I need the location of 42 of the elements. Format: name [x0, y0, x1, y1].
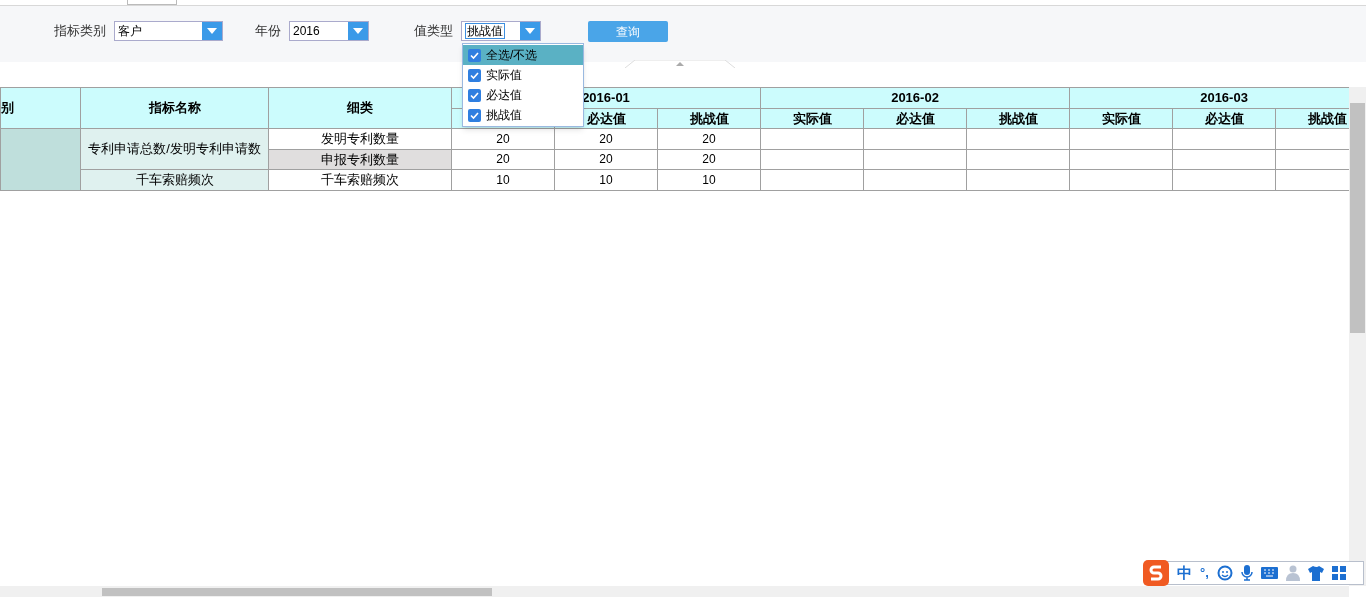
filter-label: 指标类别	[54, 22, 106, 40]
smiley-icon[interactable]	[1216, 565, 1233, 581]
table-cell: 10	[657, 169, 761, 190]
scroll-thumb[interactable]	[102, 588, 492, 596]
punctuation-toggle[interactable]: °,	[1200, 563, 1209, 583]
vertical-scrollbar[interactable]	[1349, 87, 1366, 586]
input-mode-toggle[interactable]: 中	[1177, 561, 1192, 585]
table-cell: 20	[657, 149, 761, 170]
table-cell: 专利申请总数/发明专利申请数	[80, 128, 269, 170]
checkbox[interactable]	[468, 108, 481, 122]
table-cell: 20	[657, 128, 761, 149]
horizontal-scrollbar[interactable]	[0, 586, 1349, 597]
table-cell: 10	[451, 169, 555, 190]
checkbox[interactable]	[468, 48, 481, 62]
sogou-logo-icon[interactable]	[1143, 560, 1169, 586]
dropdown-option[interactable]: 全选/不选	[463, 45, 583, 65]
table-cell: 20	[451, 128, 555, 149]
filter-label: 年份	[255, 22, 281, 40]
user-icon[interactable]	[1285, 565, 1300, 581]
column-header: 2016-03	[1069, 87, 1349, 108]
checkbox[interactable]	[468, 88, 481, 102]
grid-icon[interactable]	[1331, 566, 1346, 580]
column-header: 2016-02	[760, 87, 1070, 108]
column-header: 指标名称	[80, 87, 269, 129]
table-cell: 10	[554, 169, 658, 190]
table-cell: 20	[451, 149, 555, 170]
checkbox[interactable]	[468, 68, 481, 82]
tab-stub[interactable]	[127, 0, 177, 5]
column-header: 别	[0, 87, 81, 129]
select-field[interactable]: 客户	[114, 21, 223, 41]
caret-icon[interactable]	[348, 22, 368, 40]
caret-icon[interactable]	[520, 22, 540, 40]
select-field[interactable]: 2016	[289, 21, 369, 41]
table-cell: 20	[554, 128, 658, 149]
keyboard-icon[interactable]	[1260, 567, 1278, 579]
filter-label: 值类型	[414, 22, 453, 40]
collapse-handle[interactable]	[625, 60, 735, 68]
scroll-thumb[interactable]	[1350, 103, 1365, 333]
microphone-icon[interactable]	[1240, 565, 1253, 581]
caret-icon[interactable]	[202, 22, 222, 40]
table-cell: 20	[554, 149, 658, 170]
shirt-icon[interactable]	[1307, 565, 1324, 581]
